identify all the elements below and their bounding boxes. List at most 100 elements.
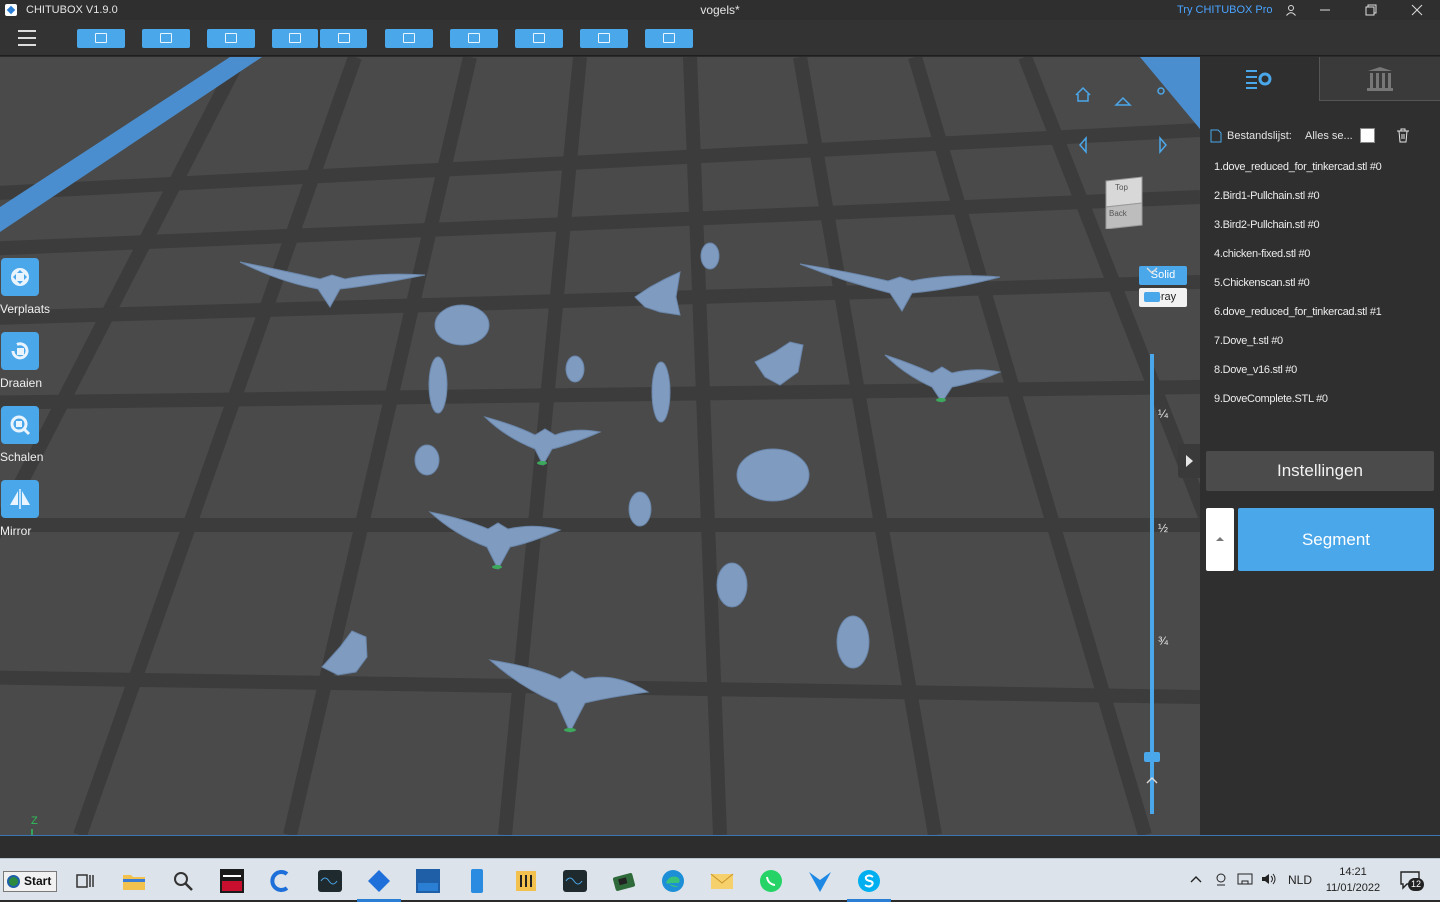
notification-center-icon[interactable]: 12 [1398, 869, 1425, 891]
mirror-tool[interactable]: Mirror [0, 480, 44, 538]
bird-model[interactable] [716, 562, 748, 608]
start-button[interactable]: Start [3, 871, 57, 892]
chevron-up-icon[interactable] [1146, 776, 1158, 784]
slice-button[interactable] [645, 29, 693, 48]
hollow-button[interactable] [580, 29, 628, 48]
list-item[interactable]: 9.DoveComplete.STL #0 [1214, 392, 1434, 421]
task-view-icon[interactable] [71, 867, 99, 895]
mail-icon[interactable] [708, 867, 736, 895]
open-file-icon [95, 33, 107, 43]
list-item[interactable]: 8.Dove_v16.stl #0 [1214, 363, 1434, 392]
restore-icon[interactable] [1356, 0, 1386, 20]
bird-model[interactable] [736, 448, 810, 502]
chevron-down-icon[interactable] [1146, 267, 1158, 275]
layout-icon [403, 33, 415, 43]
home-view-icon [1075, 86, 1091, 102]
list-item[interactable]: 4.chicken-fixed.stl #0 [1214, 247, 1434, 276]
expand-options-button[interactable] [1206, 508, 1234, 571]
bird-model[interactable] [428, 356, 448, 414]
select-all-checkbox[interactable] [1360, 128, 1375, 143]
bird-model[interactable] [628, 491, 652, 527]
open-file-button[interactable] [77, 29, 125, 48]
hamburger-menu-icon[interactable] [18, 30, 36, 46]
move-icon [1, 258, 39, 296]
rotate-icon [1, 332, 39, 370]
import-icon [225, 33, 237, 43]
redo-icon [337, 33, 350, 43]
whatsapp-icon[interactable] [757, 867, 785, 895]
hollow-icon [598, 33, 610, 43]
list-item[interactable]: 1.dove_reduced_for_tinkercad.stl #0 [1214, 160, 1434, 189]
hardware-app-icon[interactable] [512, 867, 540, 895]
search-icon[interactable] [169, 867, 197, 895]
redo-button[interactable] [320, 29, 367, 48]
scale-tool[interactable]: Schalen [0, 406, 44, 464]
list-item[interactable]: 3.Bird2-Pullchain.stl #0 [1214, 218, 1434, 247]
bird-model[interactable] [700, 242, 720, 270]
build-plate-scene[interactable] [0, 57, 1200, 835]
file-explorer-icon[interactable] [120, 867, 148, 895]
audio-app-2-icon[interactable] [561, 867, 589, 895]
try-pro-link[interactable]: Try CHITUBOX Pro [1177, 4, 1273, 16]
bird-model[interactable] [434, 304, 490, 346]
bird-model[interactable] [836, 615, 870, 669]
skype-icon[interactable] [847, 867, 891, 902]
view-cube[interactable]: Top Back [1104, 175, 1144, 230]
network-icon[interactable] [1237, 872, 1253, 886]
close-icon[interactable] [1402, 0, 1432, 20]
bird-model[interactable] [754, 341, 804, 386]
bird-model[interactable] [651, 361, 671, 423]
pickit-icon[interactable] [218, 867, 246, 895]
support-icon [533, 33, 545, 43]
tab-supports[interactable] [1319, 57, 1440, 101]
tab-model-list[interactable] [1200, 57, 1319, 101]
support-button[interactable] [515, 29, 563, 48]
tray-chevron-up-icon[interactable] [1190, 874, 1202, 884]
bird-model[interactable] [565, 355, 585, 383]
list-item[interactable]: 2.Bird1-Pullchain.stl #0 [1214, 189, 1434, 218]
user-icon[interactable] [1276, 0, 1306, 20]
list-item[interactable]: 7.Dove_t.stl #0 [1214, 334, 1434, 363]
webcam-icon[interactable] [1214, 872, 1228, 886]
esu-app-icon[interactable] [414, 867, 442, 895]
ccleaner-icon[interactable] [267, 867, 295, 895]
language-indicator[interactable]: NLD [1288, 873, 1312, 887]
view-right-icon [1159, 135, 1167, 155]
axis-gizmo: Z X Y [0, 815, 48, 835]
rotate-tool[interactable]: Draaien [0, 332, 44, 390]
system-clock[interactable]: 14:21 11/01/2022 [1318, 864, 1388, 896]
volume-icon[interactable] [1261, 872, 1277, 886]
bird-model[interactable] [634, 271, 681, 316]
raspberry-icon[interactable] [610, 867, 638, 895]
bird-model[interactable] [414, 444, 440, 476]
cube-back-label: Back [1109, 209, 1127, 218]
phone-app-icon[interactable] [463, 867, 491, 895]
layer-slider-track[interactable] [1150, 354, 1154, 814]
slider-half-label: ½ [1158, 521, 1169, 535]
arrange-button[interactable] [450, 29, 498, 48]
segment-button[interactable]: Segment [1238, 508, 1434, 571]
audio-app-icon[interactable] [316, 867, 344, 895]
edge-icon[interactable] [659, 867, 687, 895]
layer-slider-bottom-handle[interactable] [1144, 752, 1160, 762]
select-all-label[interactable]: Alles se... [1305, 130, 1353, 142]
list-settings-icon [1246, 70, 1272, 89]
save-button[interactable] [142, 29, 190, 48]
layer-slider-top-handle[interactable] [1144, 292, 1160, 302]
undo-button[interactable] [272, 29, 318, 48]
visibility-eye-icon [1157, 87, 1165, 95]
chitubox-icon[interactable] [357, 867, 401, 902]
minimize-icon[interactable] [1310, 0, 1340, 20]
import-button[interactable] [207, 29, 255, 48]
clock-date: 11/01/2022 [1325, 882, 1381, 894]
list-item[interactable]: 5.Chickenscan.stl #0 [1214, 276, 1434, 305]
collapse-panel-button[interactable] [1178, 444, 1200, 478]
move-tool[interactable]: Verplaats [0, 258, 50, 316]
undo-icon [289, 33, 301, 43]
3d-viewport[interactable]: Top Back Solid X-ray ¼ ½ ¾ Verplaats Dra… [0, 57, 1200, 835]
vpn-icon[interactable] [806, 867, 834, 895]
list-item[interactable]: 6.dove_reduced_for_tinkercad.stl #1 [1214, 305, 1434, 334]
delete-trash-icon[interactable] [1396, 128, 1410, 143]
layout-button[interactable] [385, 29, 433, 48]
settings-button[interactable]: Instellingen [1206, 451, 1434, 491]
